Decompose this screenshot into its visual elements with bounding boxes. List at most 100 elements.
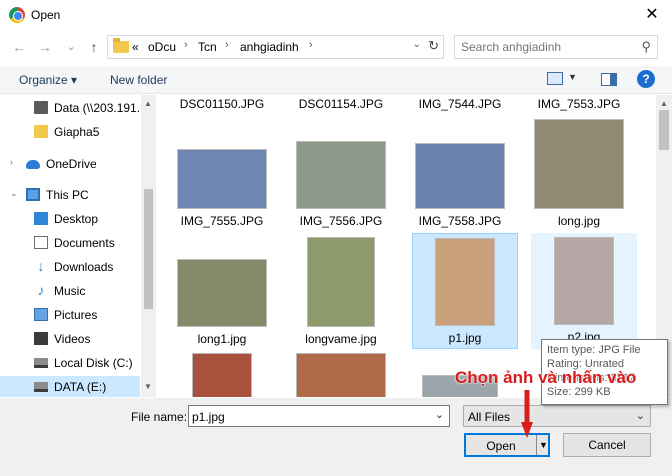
view-options-chevron-icon[interactable]: ▼: [568, 72, 577, 82]
sidebar-item-onedrive[interactable]: › OneDrive: [0, 153, 140, 175]
search-input[interactable]: [461, 39, 631, 55]
chevron-down-icon[interactable]: ⌄: [636, 409, 645, 422]
sidebar-item-data-e[interactable]: DATA (E:): [0, 376, 140, 397]
sidebar-item-local-disk[interactable]: Local Disk (C:): [0, 352, 140, 374]
sidebar-item-downloads[interactable]: ↓ Downloads: [0, 256, 140, 278]
file-tile[interactable]: IMG_7556.JPG: [287, 117, 395, 235]
file-tile[interactable]: DSC01154.JPG: [287, 95, 395, 115]
file-name-input[interactable]: [192, 409, 422, 424]
videos-icon: [34, 332, 48, 345]
photo-thumbnail: [435, 238, 495, 326]
change-view-icon[interactable]: [547, 72, 563, 85]
sidebar-item-music[interactable]: ♪ Music: [0, 280, 140, 302]
photo-thumbnail: [307, 237, 375, 327]
breadcrumb-anhgiadinh[interactable]: anhgiadinh: [240, 40, 299, 54]
search-icon[interactable]: ⚲: [641, 39, 651, 55]
file-tile-selected[interactable]: p1.jpg: [412, 233, 518, 349]
navigation-bar: ← → ⌄ ↑ « oDcu › Tcn › anhgiadinh › ⌄ ↻ …: [0, 32, 672, 62]
file-name: p1.jpg: [448, 331, 482, 345]
sidebar-scrollbar[interactable]: ▲ ▼: [141, 95, 156, 397]
this-pc-icon: [26, 188, 40, 201]
scroll-up-icon[interactable]: ▲: [660, 99, 668, 108]
dialog-footer: File name: ⌄ All Files ⌄ Open ▼ Cancel: [0, 398, 672, 476]
breadcrumb-odcu[interactable]: oDcu: [148, 40, 176, 54]
open-options-dropdown-icon[interactable]: ▼: [536, 435, 550, 455]
window-title: Open: [31, 8, 61, 22]
sidebar-item-desktop[interactable]: Desktop: [0, 208, 140, 230]
chevron-right-icon[interactable]: ›: [225, 39, 229, 51]
new-folder-button[interactable]: New folder: [110, 73, 167, 87]
chevron-right-icon[interactable]: ›: [184, 39, 188, 51]
folder-icon: [113, 38, 129, 53]
file-tile[interactable]: [168, 353, 276, 397]
file-tile[interactable]: IMG_7544.JPG: [406, 95, 514, 115]
file-name: IMG_7555.JPG: [180, 214, 264, 228]
scrollbar-thumb[interactable]: [144, 189, 153, 309]
command-toolbar: Organize ▾ New folder ▼ ?: [0, 66, 672, 94]
file-name: longvame.jpg: [305, 332, 377, 346]
file-name: long1.jpg: [197, 332, 247, 346]
sidebar-item-data-network[interactable]: Data (\\203.191.5: [0, 97, 140, 119]
file-tile[interactable]: p2.jpg: [531, 233, 637, 349]
file-tile[interactable]: long1.jpg: [168, 235, 276, 353]
close-icon[interactable]: ✕: [640, 4, 664, 26]
breadcrumb-tcn[interactable]: Tcn: [198, 40, 217, 54]
organize-menu[interactable]: Organize ▾: [19, 73, 77, 87]
photo-thumbnail: [177, 149, 267, 209]
chevron-right-icon[interactable]: ›: [10, 157, 13, 167]
file-tile[interactable]: long.jpg: [525, 117, 633, 235]
up-arrow-icon[interactable]: ↑: [83, 37, 105, 57]
chevron-right-icon[interactable]: ›: [309, 39, 313, 51]
file-name: IMG_7544.JPG: [418, 97, 502, 111]
chrome-icon: [9, 7, 25, 23]
tooltip-item-type: Item type: JPG File: [547, 344, 641, 356]
file-name-combobox[interactable]: ⌄: [188, 405, 450, 427]
file-tile[interactable]: IMG_7553.JPG: [525, 95, 633, 115]
file-tile[interactable]: DSC01150.JPG: [168, 95, 276, 115]
chevron-down-icon[interactable]: ⌄: [413, 39, 421, 50]
title-bar: Open ✕: [0, 0, 672, 30]
file-name: IMG_7553.JPG: [537, 97, 621, 111]
pictures-icon: [34, 308, 48, 321]
scroll-down-icon[interactable]: ▼: [144, 382, 152, 391]
file-tile[interactable]: IMG_7555.JPG: [168, 117, 276, 235]
desktop-icon: [34, 212, 48, 225]
drive-icon: [34, 382, 48, 392]
open-button[interactable]: Open ▼: [464, 433, 550, 457]
breadcrumb-overflow[interactable]: «: [132, 40, 139, 54]
file-name-label: File name:: [131, 410, 188, 424]
sidebar-item-pictures[interactable]: Pictures: [0, 304, 140, 326]
file-tile[interactable]: longvame.jpg: [287, 235, 395, 353]
back-arrow-icon[interactable]: ←: [8, 37, 30, 57]
sidebar-item-giapha5[interactable]: Giapha5: [0, 121, 140, 143]
search-box[interactable]: ⚲: [454, 35, 658, 59]
recent-locations-icon[interactable]: ⌄: [60, 37, 82, 57]
preview-pane-icon[interactable]: [601, 73, 617, 86]
file-name: IMG_7558.JPG: [418, 214, 502, 228]
cancel-button[interactable]: Cancel: [563, 433, 651, 457]
open-button-label: Open: [486, 439, 516, 453]
chevron-down-icon[interactable]: ⌄: [435, 408, 444, 421]
chevron-down-icon[interactable]: ⌄: [10, 188, 18, 199]
help-icon[interactable]: ?: [637, 70, 655, 88]
forward-arrow-icon[interactable]: →: [34, 37, 56, 57]
file-tile[interactable]: [287, 353, 395, 397]
scroll-up-icon[interactable]: ▲: [144, 99, 152, 108]
scrollbar-thumb[interactable]: [659, 110, 669, 150]
onedrive-icon: [26, 160, 40, 169]
music-icon: ♪: [37, 282, 45, 298]
sidebar-item-this-pc[interactable]: ⌄ This PC: [0, 184, 140, 206]
file-name: long.jpg: [557, 214, 601, 228]
sidebar-item-documents[interactable]: Documents: [0, 232, 140, 254]
photo-thumbnail: [192, 353, 252, 397]
photo-thumbnail: [296, 141, 386, 209]
sidebar-item-videos[interactable]: Videos: [0, 328, 140, 350]
photo-thumbnail: [177, 259, 267, 327]
file-type-select[interactable]: All Files ⌄: [463, 405, 651, 427]
address-bar[interactable]: « oDcu › Tcn › anhgiadinh › ⌄ ↻: [107, 35, 444, 59]
refresh-icon[interactable]: ↻: [428, 38, 439, 54]
file-tile[interactable]: IMG_7558.JPG: [406, 117, 514, 235]
file-name: DSC01150.JPG: [179, 97, 265, 111]
file-name: DSC01154.JPG: [298, 97, 384, 111]
local-disk-icon: [34, 358, 48, 368]
